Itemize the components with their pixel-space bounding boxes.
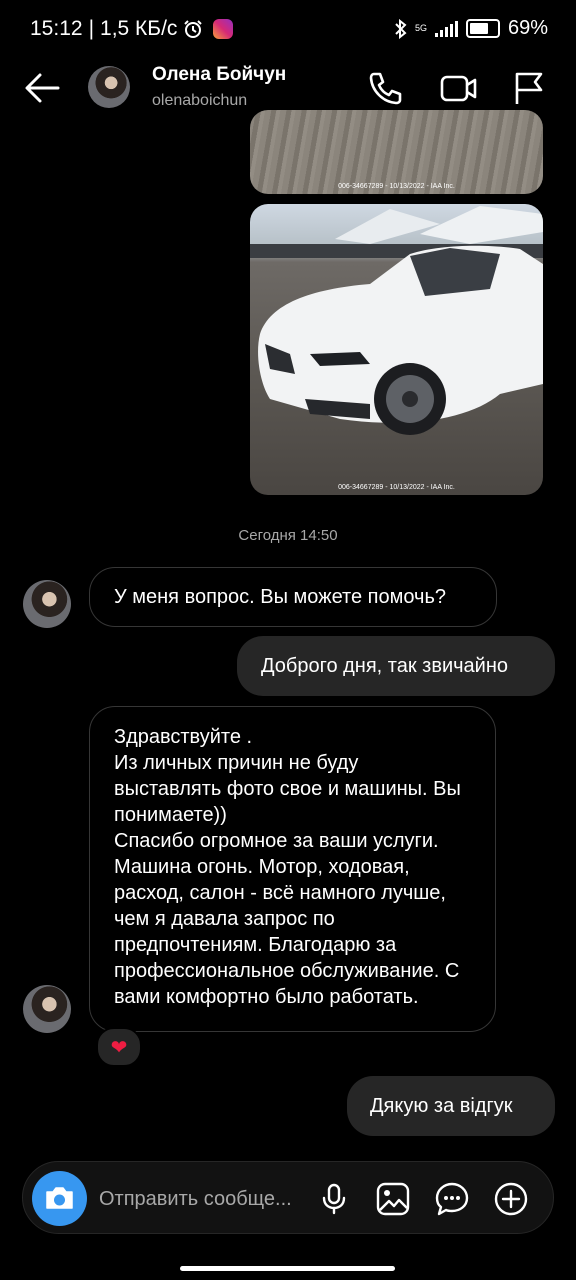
outgoing-message[interactable]: Доброго дня, так звичайно: [237, 636, 555, 696]
battery-percent: 69%: [507, 17, 548, 39]
message-input[interactable]: [99, 1186, 314, 1212]
status-right: 5G 69%: [395, 17, 548, 40]
contact-avatar[interactable]: [88, 66, 130, 108]
status-time: 15:12: [30, 17, 83, 40]
phone-icon[interactable]: [366, 69, 404, 107]
heart-reaction[interactable]: ❤: [96, 1027, 142, 1067]
home-indicator[interactable]: [180, 1266, 395, 1271]
photo-caption: 006-34667289 - 10/13/2022 - IAA Inc.: [338, 484, 455, 491]
car-photo-message[interactable]: 006-34667289 - 10/13/2022 - IAA Inc.: [250, 204, 543, 495]
car-photo-image: [250, 206, 543, 435]
bluetooth-icon: [395, 18, 407, 39]
car-photo-message[interactable]: 006-34667289 - 10/13/2022 - IAA Inc.: [250, 110, 543, 194]
instagram-notification-icon: [213, 19, 234, 39]
sticker-icon[interactable]: [434, 1181, 470, 1217]
gallery-icon[interactable]: [375, 1181, 411, 1217]
back-arrow-icon[interactable]: [22, 70, 62, 106]
status-speed: 1,5 КБ/с: [100, 17, 178, 40]
signal-icon: [434, 20, 458, 37]
status-bar: 15:12 | 1,5 КБ/с 5G 69%: [0, 0, 576, 60]
incoming-message[interactable]: Здравствуйте . Из личных причин не буду …: [89, 706, 496, 1032]
conversation-timestamp: Сегодня 14:50: [238, 527, 338, 544]
status-separator: |: [88, 17, 95, 40]
alarm-icon: [184, 20, 203, 38]
sender-avatar[interactable]: [23, 580, 71, 628]
add-icon[interactable]: [493, 1181, 529, 1217]
network-type: 5G: [414, 23, 427, 33]
camera-button[interactable]: [32, 1171, 87, 1226]
message-composer: [22, 1161, 554, 1234]
flag-icon[interactable]: [510, 69, 548, 107]
battery-level: [469, 23, 488, 34]
contact-name[interactable]: Олена Бойчун: [152, 64, 286, 86]
sender-avatar[interactable]: [23, 985, 71, 1033]
camera-icon: [46, 1187, 73, 1209]
video-call-icon[interactable]: [440, 69, 478, 107]
outgoing-message[interactable]: Дякую за відгук: [347, 1076, 555, 1136]
photo-caption: 006-34667289 - 10/13/2022 - IAA Inc.: [338, 183, 455, 190]
contact-handle[interactable]: olenaboichun: [152, 92, 247, 110]
incoming-message[interactable]: У меня вопрос. Вы можете помочь?: [89, 567, 497, 627]
microphone-icon[interactable]: [316, 1181, 352, 1217]
battery-icon: [465, 19, 500, 38]
status-left: 15:12 | 1,5 КБ/с: [30, 17, 234, 41]
